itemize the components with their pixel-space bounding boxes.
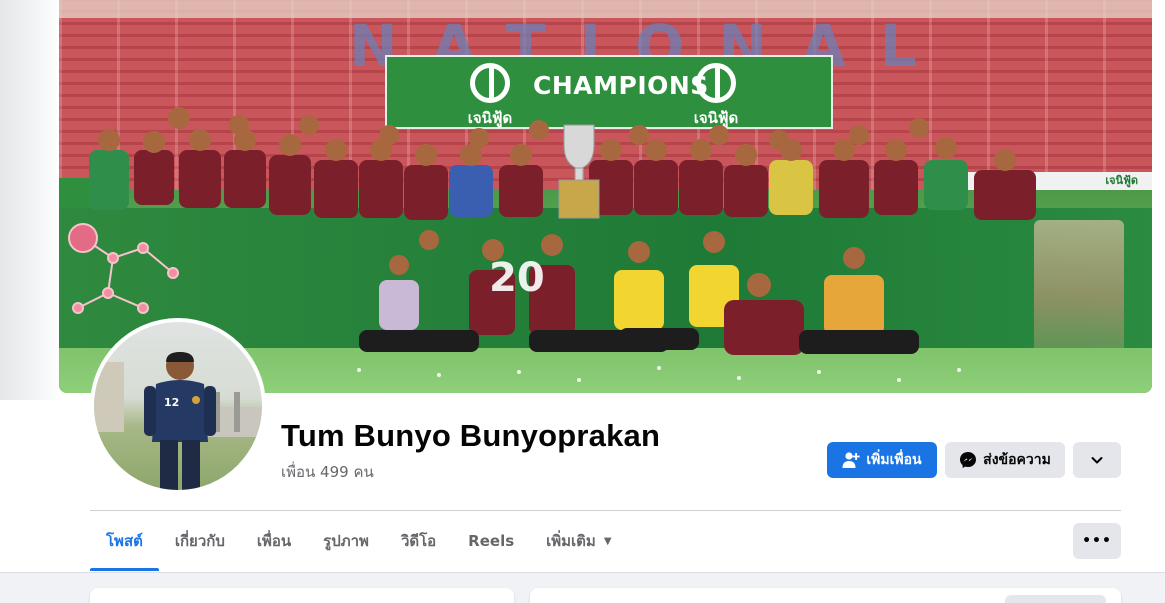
tab-posts[interactable]: โพสต์ [90,511,159,571]
tab-about[interactable]: เกี่ยวกับ [159,511,241,571]
tab-photos[interactable]: รูปภาพ [307,511,385,571]
profile-name: Tum Bunyo Bunyoprakan [281,418,661,453]
person-plus-icon [842,452,860,468]
tab-friends[interactable]: เพื่อน [241,511,307,571]
tab-label: Reels [468,532,515,550]
caret-down-icon: ▼ [603,535,612,547]
message-button[interactable]: ส่งข้อความ [945,442,1065,478]
banner-year-text: 20 [489,255,545,301]
add-friend-button[interactable]: เพิ่มเพื่อน [827,442,937,478]
tab-label: เพื่อน [256,532,292,550]
tab-label: โพสต์ [106,532,143,550]
tab-more[interactable]: เพิ่มเติม ▼ [530,511,627,571]
tab-reels[interactable]: Reels [452,511,530,571]
tab-label: เพิ่มเติม [546,532,596,550]
tab-label: รูปภาพ [323,532,369,550]
filter-button[interactable] [1005,595,1106,603]
confetti [357,366,961,382]
jersey-number: 12 [164,396,179,409]
add-friend-label: เพิ่มเพื่อน [866,452,922,468]
intro-card [90,588,514,603]
profile-picture[interactable]: 12 [90,318,266,494]
tab-label: เกี่ยวกับ [174,532,225,550]
tab-label: วิดีโอ [400,532,437,550]
profile-photo: 12 [94,322,262,490]
profile-tabs: โพสต์ เกี่ยวกับ เพื่อน รูปภาพ วิดีโอ Ree… [90,511,628,571]
chevron-down-icon [1091,457,1103,464]
tabs-overflow-button[interactable]: ••• [1073,523,1121,559]
messenger-icon [960,452,977,468]
profile-more-button[interactable] [1073,442,1121,478]
front-row-players [359,230,919,355]
profile-photo-figure: 12 [94,352,262,490]
message-label: ส่งข้อความ [983,452,1051,468]
friends-count[interactable]: เพื่อน 499 คน [281,460,374,484]
ellipsis-icon: ••• [1082,533,1112,549]
tab-videos[interactable]: วิดีโอ [385,511,452,571]
posts-card [530,588,1121,603]
